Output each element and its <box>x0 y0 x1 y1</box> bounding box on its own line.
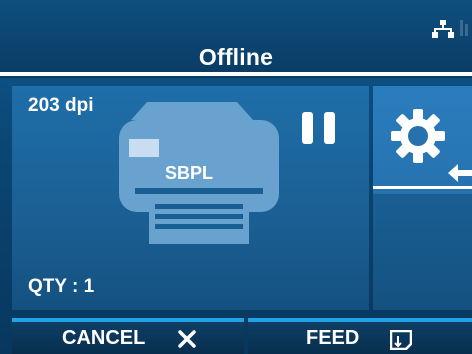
cancel-button[interactable]: CANCEL <box>12 318 244 354</box>
printer-language-label: SBPL <box>164 163 213 183</box>
settings-underline <box>373 186 472 189</box>
status-underline <box>0 72 472 76</box>
feed-button[interactable]: FEED <box>248 318 472 354</box>
cancel-label: CANCEL <box>62 327 146 349</box>
feed-label: FEED <box>306 327 360 349</box>
resolution-label: 203 dpi <box>28 95 94 116</box>
pause-icon[interactable] <box>300 112 340 144</box>
close-icon <box>178 330 196 348</box>
printer-home-screen: Offline 203 dpi SBPL QTY : 1 CANCEL FEED <box>0 0 472 354</box>
printer-status-title: Offline <box>198 44 274 70</box>
settings-panel <box>373 194 472 310</box>
arrow-left-icon <box>448 164 472 182</box>
quantity-label: QTY : 1 <box>28 276 95 297</box>
network-icon <box>432 20 454 38</box>
feed-paper-icon <box>390 330 412 350</box>
dimmed-indicator-icon <box>460 20 468 36</box>
feed-key-face <box>248 322 472 354</box>
gear-icon <box>391 109 445 163</box>
softkey-bar: CANCEL FEED <box>0 318 472 354</box>
